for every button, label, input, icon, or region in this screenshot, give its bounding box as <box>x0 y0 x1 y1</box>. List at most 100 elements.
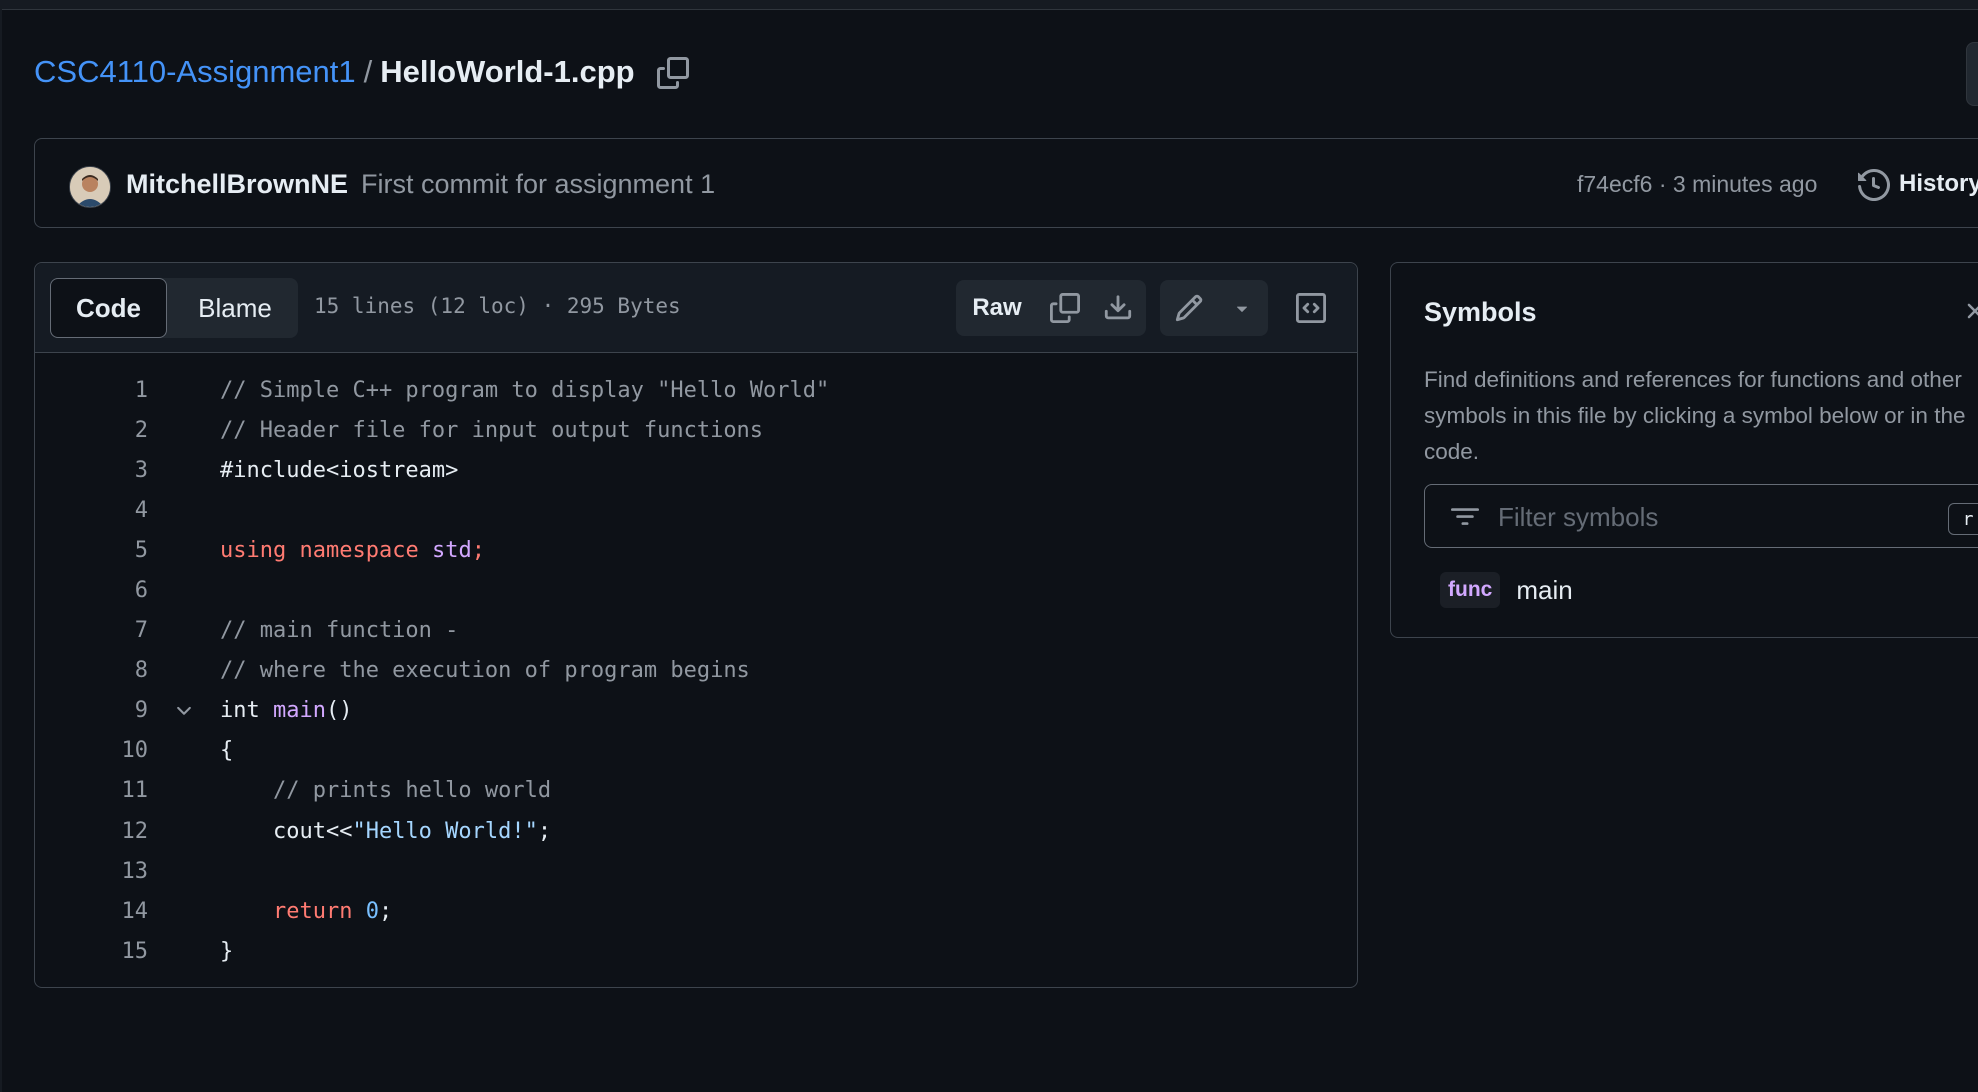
code-line[interactable]: 1 // Simple C++ program to display "Hello… <box>35 370 1355 410</box>
code-token: ; <box>537 818 552 844</box>
code-line[interactable]: 14 return 0; <box>35 891 1355 931</box>
commit-sha-time[interactable]: f74ecf6 · 3 minutes ago <box>1577 171 1817 198</box>
download-button[interactable] <box>1097 287 1139 329</box>
top-border <box>0 0 1978 10</box>
keyboard-shortcut-hint: r <box>1948 503 1978 535</box>
code-line[interactable]: 2 // Header file for input output functio… <box>35 410 1355 450</box>
more-edit-options-button[interactable] <box>1226 287 1258 329</box>
commit-message[interactable]: First commit for assignment 1 <box>361 169 715 200</box>
line-number[interactable]: 15 <box>35 939 149 964</box>
code-token: int <box>220 698 273 724</box>
symbols-title: Symbols <box>1424 297 1537 327</box>
code-line[interactable]: 12 cout<<"Hello World!"; <box>35 811 1355 851</box>
pencil-icon <box>1175 294 1203 322</box>
line-number[interactable]: 6 <box>35 578 148 603</box>
code-token: #include<iostream> <box>220 457 459 483</box>
raw-button[interactable]: Raw <box>956 280 1038 336</box>
line-number[interactable]: 12 <box>35 819 149 844</box>
code-line[interactable]: 8 // where the execution of program begin… <box>35 651 1355 691</box>
line-number[interactable]: 7 <box>35 618 148 643</box>
code-view[interactable]: 1 // Simple C++ program to display "Hello… <box>35 370 1355 971</box>
close-symbols-button[interactable] <box>1962 296 1978 326</box>
code-text: // where the execution of program begins <box>220 658 750 683</box>
code-line[interactable]: 4 <box>35 490 1355 530</box>
code-token: cout<< <box>220 818 353 844</box>
line-number[interactable]: 10 <box>35 738 149 763</box>
code-token: // Header file for input output function… <box>220 417 764 443</box>
code-line[interactable]: 15} <box>35 931 1355 971</box>
code-line[interactable]: 5 using namespace std; <box>35 530 1355 570</box>
filter-icon <box>1448 502 1482 532</box>
tab-code[interactable]: Code <box>50 278 167 338</box>
code-text: int main() <box>220 698 352 723</box>
file-actions-button[interactable] <box>1966 42 1978 106</box>
filter-symbols-input[interactable] <box>1496 492 1930 542</box>
line-number[interactable]: 13 <box>35 859 149 884</box>
code-text: // main function - <box>220 618 458 643</box>
line-number[interactable]: 11 <box>35 778 149 803</box>
copy-raw-button[interactable] <box>1044 287 1086 329</box>
code-line[interactable]: 3 #include<iostream> <box>35 450 1355 490</box>
code-token: main <box>272 698 326 724</box>
line-number[interactable]: 14 <box>35 899 149 924</box>
line-number[interactable]: 5 <box>35 538 148 563</box>
breadcrumb-file-name: HelloWorld-1.cpp <box>380 54 635 89</box>
code-line[interactable]: 7 // main function - <box>35 611 1355 651</box>
code-token: { <box>220 738 234 764</box>
code-text: // Simple C++ program to display "Hello … <box>220 378 829 403</box>
code-token: 0 <box>365 898 379 924</box>
code-line[interactable]: 9 int main() <box>35 691 1355 731</box>
code-text: { <box>220 738 233 763</box>
code-text: return 0; <box>220 899 392 924</box>
code-token: // Simple C++ program to display "Hello … <box>220 377 830 403</box>
line-number[interactable]: 1 <box>35 378 148 403</box>
avatar-image <box>70 167 110 207</box>
code-text: } <box>220 939 233 964</box>
commit-author[interactable]: MitchellBrownNE <box>126 169 348 200</box>
triangle-down-icon <box>1236 306 1248 312</box>
line-number[interactable]: 3 <box>35 458 148 483</box>
fold-toggle[interactable] <box>148 700 220 722</box>
code-square-icon <box>1296 293 1326 323</box>
edit-file-button[interactable] <box>1168 287 1210 329</box>
code-token: // main function - <box>220 618 459 644</box>
symbol-item-main[interactable]: func main <box>1440 564 1573 616</box>
symbols-description: Find definitions and references for func… <box>1424 367 1966 464</box>
code-token: return <box>272 898 353 924</box>
code-line[interactable]: 13 <box>35 851 1355 891</box>
code-token: () <box>325 698 353 724</box>
code-token: namespace <box>299 537 419 563</box>
line-number[interactable]: 4 <box>35 498 148 523</box>
copy-icon <box>657 57 689 89</box>
history-icon[interactable] <box>1857 168 1891 202</box>
tab-blame[interactable]: Blame <box>172 278 298 338</box>
code-token: ; <box>471 537 485 563</box>
breadcrumb-repo-link[interactable]: CSC4110-Assignment1 <box>34 54 356 90</box>
line-number[interactable]: 8 <box>35 658 148 683</box>
code-line[interactable]: 6 <box>35 570 1355 610</box>
x-icon <box>1967 303 1978 319</box>
chevron-down-icon <box>177 706 191 715</box>
code-token: std <box>431 537 472 563</box>
left-border <box>0 9 2 1092</box>
history-link[interactable]: History <box>1899 170 1978 198</box>
code-line[interactable]: 10 { <box>35 731 1355 771</box>
breadcrumb-separator: / <box>363 54 373 89</box>
code-line[interactable]: 11 // prints hello world <box>35 771 1355 811</box>
copy-path-button[interactable] <box>656 56 690 90</box>
code-text: // prints hello world <box>220 778 551 803</box>
code-text: using namespace std; <box>220 538 485 563</box>
code-token: ; <box>378 898 393 924</box>
copy-icon <box>1050 293 1080 323</box>
download-icon <box>1104 295 1132 320</box>
code-token: } <box>220 938 234 964</box>
code-text: #include<iostream> <box>220 458 458 483</box>
line-number[interactable]: 2 <box>35 418 148 443</box>
symbols-panel-toggle[interactable] <box>1290 287 1332 329</box>
avatar[interactable] <box>69 166 111 208</box>
line-number[interactable]: 9 <box>35 698 148 723</box>
